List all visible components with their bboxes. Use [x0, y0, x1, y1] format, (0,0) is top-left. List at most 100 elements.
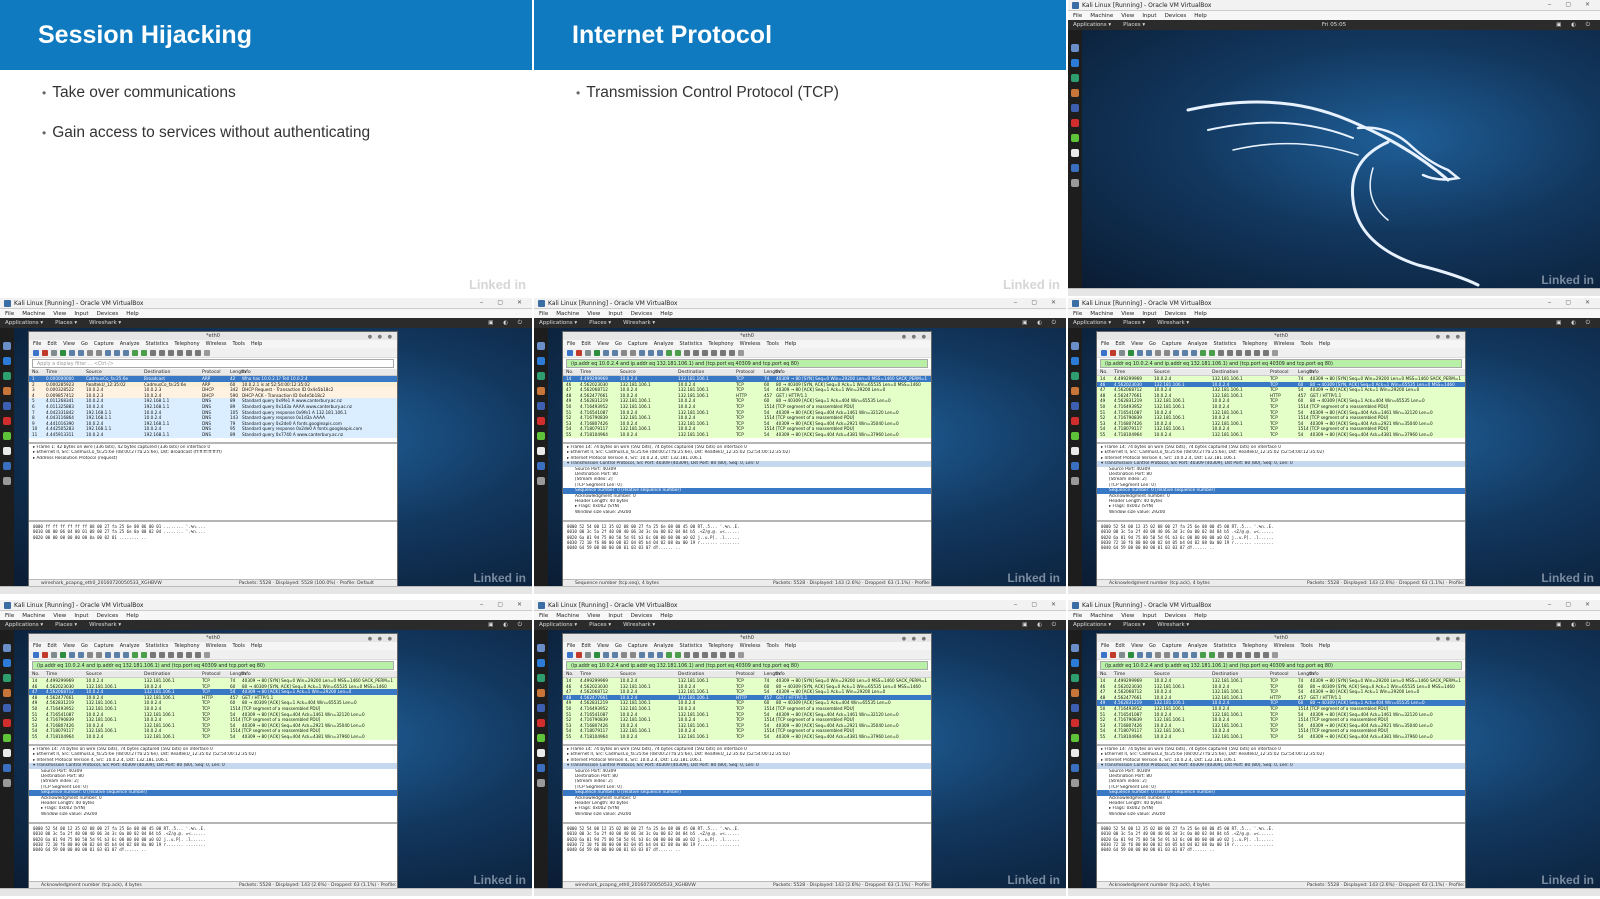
col-no-header[interactable]: No.: [32, 671, 46, 677]
dock-metasploit-icon[interactable]: [3, 659, 11, 667]
dock-faraday-icon[interactable]: [1071, 119, 1079, 127]
dock-leafpad-icon[interactable]: [537, 734, 545, 742]
toolbar-tool-9-icon[interactable]: [105, 349, 111, 356]
applications-menu[interactable]: Applications ▾: [539, 320, 577, 326]
col-time-header[interactable]: Time: [580, 369, 620, 375]
col-protocol-header[interactable]: Protocol: [1270, 671, 1298, 677]
menu-help[interactable]: Help: [660, 311, 673, 317]
toolbar-tool-1-icon[interactable]: [567, 349, 573, 356]
toolbar-tool-13-icon[interactable]: [675, 651, 681, 658]
ws-menu-file[interactable]: File: [567, 643, 575, 649]
places-menu[interactable]: Places ▾: [1123, 622, 1145, 628]
dock-files-icon[interactable]: [537, 447, 545, 455]
col-info-header[interactable]: Info: [1310, 369, 1465, 375]
detail-line[interactable]: ▸ Address Resolution Protocol (request): [29, 456, 397, 461]
dock-armitage-icon[interactable]: [537, 674, 545, 682]
toolbar-tool-8-icon[interactable]: [630, 349, 636, 356]
menu-view[interactable]: View: [53, 613, 66, 619]
ws-menu-statistics[interactable]: Statistics: [1213, 643, 1236, 649]
toolbar-tool-3-icon[interactable]: [1119, 349, 1125, 356]
toolbar-tool-7-icon[interactable]: [621, 651, 627, 658]
detail-line[interactable]: Window size value: 29200: [563, 510, 931, 515]
menu-view[interactable]: View: [1121, 311, 1134, 317]
dock-faraday-icon[interactable]: [1071, 417, 1079, 425]
dock-apps-grid-icon[interactable]: [537, 477, 545, 485]
toolbar-tool-14-icon[interactable]: [1218, 349, 1224, 356]
toolbar-tool-12-icon[interactable]: [666, 651, 672, 658]
menu-help[interactable]: Help: [1194, 13, 1207, 19]
detail-line[interactable]: Window size value: 29200: [29, 812, 397, 817]
places-menu[interactable]: Places ▾: [1123, 320, 1145, 326]
packet-row[interactable]: 55 4.718104964 10.0.2.4 132.181.106.1 TCP 54 4…: [29, 733, 397, 740]
toolbar-tool-2-icon[interactable]: [1110, 651, 1116, 658]
toolbar-tool-13-icon[interactable]: [1209, 651, 1215, 658]
packet-row[interactable]: 55 4.718104964 10.0.2.4 132.181.106.1 TCP 54 4…: [1097, 431, 1465, 438]
menu-view[interactable]: View: [587, 613, 600, 619]
toolbar-tool-18-icon[interactable]: [720, 651, 726, 658]
dock-wireshark-icon[interactable]: [1071, 104, 1079, 112]
ws-menu-view[interactable]: View: [1131, 643, 1143, 649]
toolbar-tool-1-icon[interactable]: [1101, 651, 1107, 658]
toolbar-tool-7-icon[interactable]: [621, 349, 627, 356]
toolbar-tool-20-icon[interactable]: [738, 349, 744, 356]
menu-help[interactable]: Help: [126, 613, 139, 619]
toolbar-tool-14-icon[interactable]: [150, 651, 156, 658]
col-info-header[interactable]: Info: [776, 671, 931, 677]
toolbar-tool-8-icon[interactable]: [1164, 651, 1170, 658]
ws-menu-tools[interactable]: Tools: [767, 341, 779, 347]
dock-metasploit-icon[interactable]: [1071, 659, 1079, 667]
toolbar-tool-5-icon[interactable]: [1137, 349, 1143, 356]
toolbar-tool-7-icon[interactable]: [87, 651, 93, 658]
window-controls[interactable]: ● ● ●: [902, 333, 928, 341]
window-controls[interactable]: ‒ ▢ ✕: [1014, 299, 1062, 306]
dock-apps-grid-icon[interactable]: [537, 779, 545, 787]
dock-armitage-icon[interactable]: [3, 372, 11, 380]
toolbar-tool-20-icon[interactable]: [1272, 651, 1278, 658]
toolbar-tool-8-icon[interactable]: [1164, 349, 1170, 356]
toolbar-tool-4-icon[interactable]: [594, 651, 600, 658]
toolbar-tool-14-icon[interactable]: [1218, 651, 1224, 658]
menu-machine[interactable]: Machine: [1090, 613, 1113, 619]
col-info-header[interactable]: Info: [776, 369, 931, 375]
dock-browser-icon[interactable]: [3, 462, 11, 470]
toolbar-tool-19-icon[interactable]: [195, 349, 201, 356]
toolbar-tool-8-icon[interactable]: [96, 349, 102, 356]
toolbar-tool-2-icon[interactable]: [1110, 349, 1116, 356]
ws-menu-edit[interactable]: Edit: [581, 643, 591, 649]
col-no-header[interactable]: No.: [566, 369, 580, 375]
dock-files-icon[interactable]: [537, 749, 545, 757]
dock-burp-icon[interactable]: [1071, 89, 1079, 97]
toolbar-tool-2-icon[interactable]: [576, 651, 582, 658]
toolbar-tool-16-icon[interactable]: [168, 651, 174, 658]
window-controls[interactable]: ‒ ▢ ✕: [1548, 601, 1596, 608]
col-time-header[interactable]: Time: [46, 369, 86, 375]
ws-menu-view[interactable]: View: [1131, 341, 1143, 347]
col-no-header[interactable]: No.: [566, 671, 580, 677]
ws-menu-go[interactable]: Go: [1149, 341, 1156, 347]
toolbar-tool-17-icon[interactable]: [711, 349, 717, 356]
dock-terminal-icon[interactable]: [3, 342, 11, 350]
ws-menu-statistics[interactable]: Statistics: [679, 341, 702, 347]
toolbar-tool-16-icon[interactable]: [1236, 651, 1242, 658]
col-info-header[interactable]: Info: [242, 671, 397, 677]
applications-menu[interactable]: Applications ▾: [539, 622, 577, 628]
dock-armitage-icon[interactable]: [1071, 74, 1079, 82]
toolbar-tool-5-icon[interactable]: [603, 651, 609, 658]
col-source-header[interactable]: Source: [620, 671, 678, 677]
places-menu[interactable]: Places ▾: [1123, 22, 1145, 28]
dock-faraday-icon[interactable]: [3, 719, 11, 727]
menu-input[interactable]: Input: [1142, 311, 1156, 317]
dock-leafpad-icon[interactable]: [537, 432, 545, 440]
toolbar-tool-7-icon[interactable]: [1155, 349, 1161, 356]
dock-armitage-icon[interactable]: [1071, 372, 1079, 380]
places-menu[interactable]: Places ▾: [55, 320, 77, 326]
ws-menu-tools[interactable]: Tools: [1301, 341, 1313, 347]
toolbar-tool-18-icon[interactable]: [1254, 651, 1260, 658]
toolbar-tool-19-icon[interactable]: [195, 651, 201, 658]
ws-menu-file[interactable]: File: [1101, 643, 1109, 649]
menu-help[interactable]: Help: [660, 613, 673, 619]
col-source-header[interactable]: Source: [620, 369, 678, 375]
menu-devices[interactable]: Devices: [631, 311, 653, 317]
toolbar-tool-11-icon[interactable]: [1191, 651, 1197, 658]
col-length-header[interactable]: Length: [764, 369, 780, 375]
